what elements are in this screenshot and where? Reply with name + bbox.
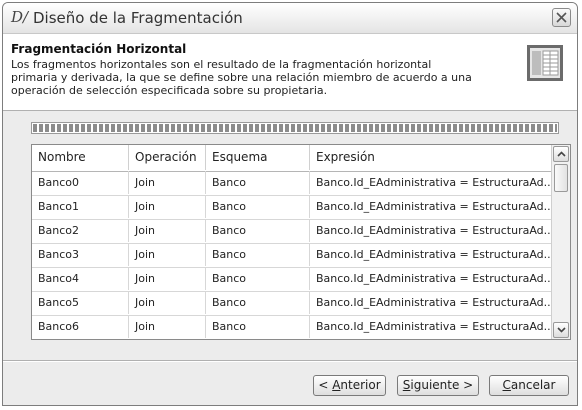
dialog-window: D/ Diseño de la Fragmentación Fragmentac… xyxy=(2,2,578,406)
scroll-up-button[interactable] xyxy=(553,146,569,162)
cell-nombre: Banco6 xyxy=(32,315,129,338)
footer-separator xyxy=(3,360,577,362)
cell-expresion: Banco.Id_EAdministrativa = EstructuraAd.… xyxy=(310,243,552,266)
close-icon xyxy=(556,12,567,23)
cell-esquema: Banco xyxy=(206,291,310,314)
cell-nombre: Banco0 xyxy=(32,171,129,194)
title-bar[interactable]: D/ Diseño de la Fragmentación xyxy=(3,3,577,34)
column-header-esquema[interactable]: Esquema xyxy=(206,145,310,170)
cancel-button[interactable]: Cancelar xyxy=(489,375,569,396)
cell-esquema: Banco xyxy=(206,315,310,338)
next-button-label: iguiente > xyxy=(410,378,474,392)
cell-esquema: Banco xyxy=(206,171,310,194)
back-button[interactable]: < Anterior xyxy=(313,375,386,396)
next-button[interactable]: Siguiente > xyxy=(397,375,479,396)
progress-fill xyxy=(33,124,557,132)
fragments-table: Nombre Operación Esquema Expresión Banco… xyxy=(31,144,571,340)
scroll-down-button[interactable] xyxy=(553,322,569,338)
cancel-button-label: ancelar xyxy=(510,378,556,392)
cancel-button-mnemonic: C xyxy=(502,378,511,392)
cell-expresion: Banco.Id_EAdministrativa = EstructuraAd.… xyxy=(310,171,552,194)
table-row[interactable]: Banco1 Join Banco Banco.Id_EAdministrati… xyxy=(32,195,552,220)
vertical-scrollbar[interactable] xyxy=(551,145,570,339)
wizard-header: Fragmentación Horizontal Los fragmentos … xyxy=(3,34,577,111)
cell-expresion: Banco.Id_EAdministrativa = EstructuraAd.… xyxy=(310,291,552,314)
table-row[interactable]: Banco4 Join Banco Banco.Id_EAdministrati… xyxy=(32,267,552,292)
table-row[interactable]: Banco6 Join Banco Banco.Id_EAdministrati… xyxy=(32,315,552,339)
cell-operacion: Join xyxy=(129,315,206,338)
table-row[interactable]: Banco5 Join Banco Banco.Id_EAdministrati… xyxy=(32,291,552,316)
cell-esquema: Banco xyxy=(206,267,310,290)
cell-operacion: Join xyxy=(129,243,206,266)
cell-operacion: Join xyxy=(129,267,206,290)
back-button-prefix: < xyxy=(318,378,333,392)
window-title: Diseño de la Fragmentación xyxy=(33,9,243,27)
cell-expresion: Banco.Id_EAdministrativa = EstructuraAd.… xyxy=(310,219,552,242)
column-header-nombre[interactable]: Nombre xyxy=(32,145,129,170)
table-row[interactable]: Banco2 Join Banco Banco.Id_EAdministrati… xyxy=(32,219,552,244)
cell-nombre: Banco1 xyxy=(32,195,129,218)
table-row[interactable]: Banco0 Join Banco Banco.Id_EAdministrati… xyxy=(32,171,552,196)
cell-operacion: Join xyxy=(129,171,206,194)
designer-app-icon: D/ xyxy=(11,8,29,26)
table-header: Nombre Operación Esquema Expresión xyxy=(32,145,552,172)
cell-expresion: Banco.Id_EAdministrativa = EstructuraAd.… xyxy=(310,267,552,290)
back-button-label: nterior xyxy=(340,378,381,392)
cell-operacion: Join xyxy=(129,219,206,242)
close-button[interactable] xyxy=(552,8,571,27)
cell-esquema: Banco xyxy=(206,219,310,242)
cell-nombre: Banco2 xyxy=(32,219,129,242)
page-description: Los fragmentos horizontales son el resul… xyxy=(11,58,472,97)
cell-operacion: Join xyxy=(129,195,206,218)
cell-nombre: Banco4 xyxy=(32,267,129,290)
cell-esquema: Banco xyxy=(206,195,310,218)
table-fragment-icon xyxy=(527,45,563,81)
page-title: Fragmentación Horizontal xyxy=(11,42,187,56)
scroll-thumb[interactable] xyxy=(554,164,568,192)
column-header-expresion[interactable]: Expresión xyxy=(310,145,552,170)
progress-bar xyxy=(31,122,559,134)
cell-nombre: Banco3 xyxy=(32,243,129,266)
column-header-operacion[interactable]: Operación xyxy=(129,145,206,170)
cell-expresion: Banco.Id_EAdministrativa = EstructuraAd.… xyxy=(310,315,552,338)
cell-esquema: Banco xyxy=(206,243,310,266)
cell-expresion: Banco.Id_EAdministrativa = EstructuraAd.… xyxy=(310,195,552,218)
cell-operacion: Join xyxy=(129,291,206,314)
chevron-down-icon xyxy=(557,327,566,333)
table-row[interactable]: Banco3 Join Banco Banco.Id_EAdministrati… xyxy=(32,243,552,268)
chevron-up-icon xyxy=(557,151,566,157)
cell-nombre: Banco5 xyxy=(32,291,129,314)
